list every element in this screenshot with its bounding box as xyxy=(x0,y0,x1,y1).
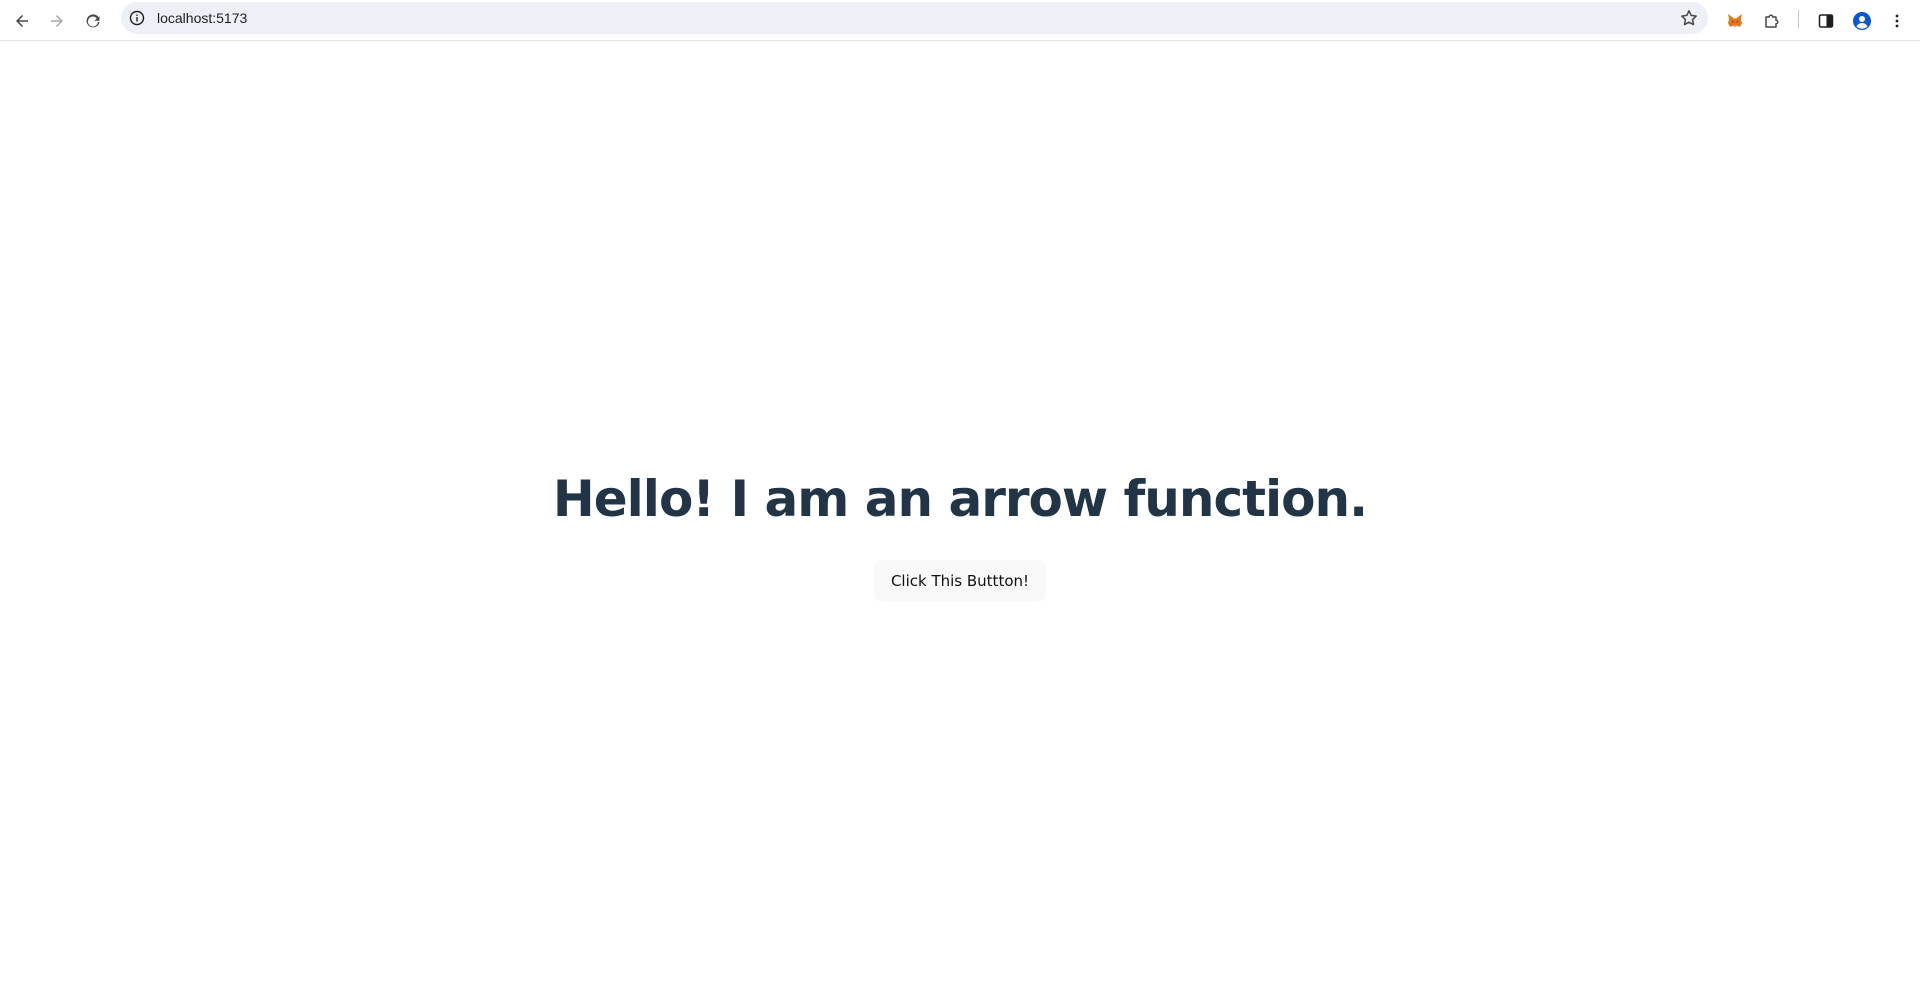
side-panel-button[interactable] xyxy=(1811,6,1841,36)
profile-avatar-icon xyxy=(1853,12,1871,30)
metamask-fox-icon xyxy=(1728,14,1742,27)
browser-toolbar: localhost:5173 xyxy=(0,0,1920,41)
profile-button[interactable] xyxy=(1847,6,1877,36)
puzzle-icon xyxy=(1765,14,1779,28)
browser-menu-button[interactable] xyxy=(1882,6,1912,36)
back-arrow-icon xyxy=(16,15,28,27)
address-bar[interactable]: localhost:5173 xyxy=(121,2,1708,34)
click-this-button[interactable]: Click This Buttton! xyxy=(874,560,1046,602)
reload-icon xyxy=(86,14,100,28)
forward-arrow-icon xyxy=(51,15,63,27)
metamask-extension-button[interactable] xyxy=(1720,6,1750,36)
reload-button[interactable] xyxy=(78,6,108,36)
extensions-button[interactable] xyxy=(1757,6,1787,36)
kebab-menu-icon xyxy=(1895,14,1899,28)
side-panel-icon xyxy=(1818,14,1834,28)
star-icon[interactable] xyxy=(1680,9,1698,27)
url-text[interactable]: localhost:5173 xyxy=(157,2,247,34)
back-button[interactable] xyxy=(7,6,37,36)
page-content: Hello! I am an arrow function. Click Thi… xyxy=(0,41,1920,991)
page-heading: Hello! I am an arrow function. xyxy=(552,470,1368,528)
forward-button[interactable] xyxy=(42,6,72,36)
toolbar-divider xyxy=(1798,10,1799,28)
site-info-icon[interactable] xyxy=(129,10,145,26)
